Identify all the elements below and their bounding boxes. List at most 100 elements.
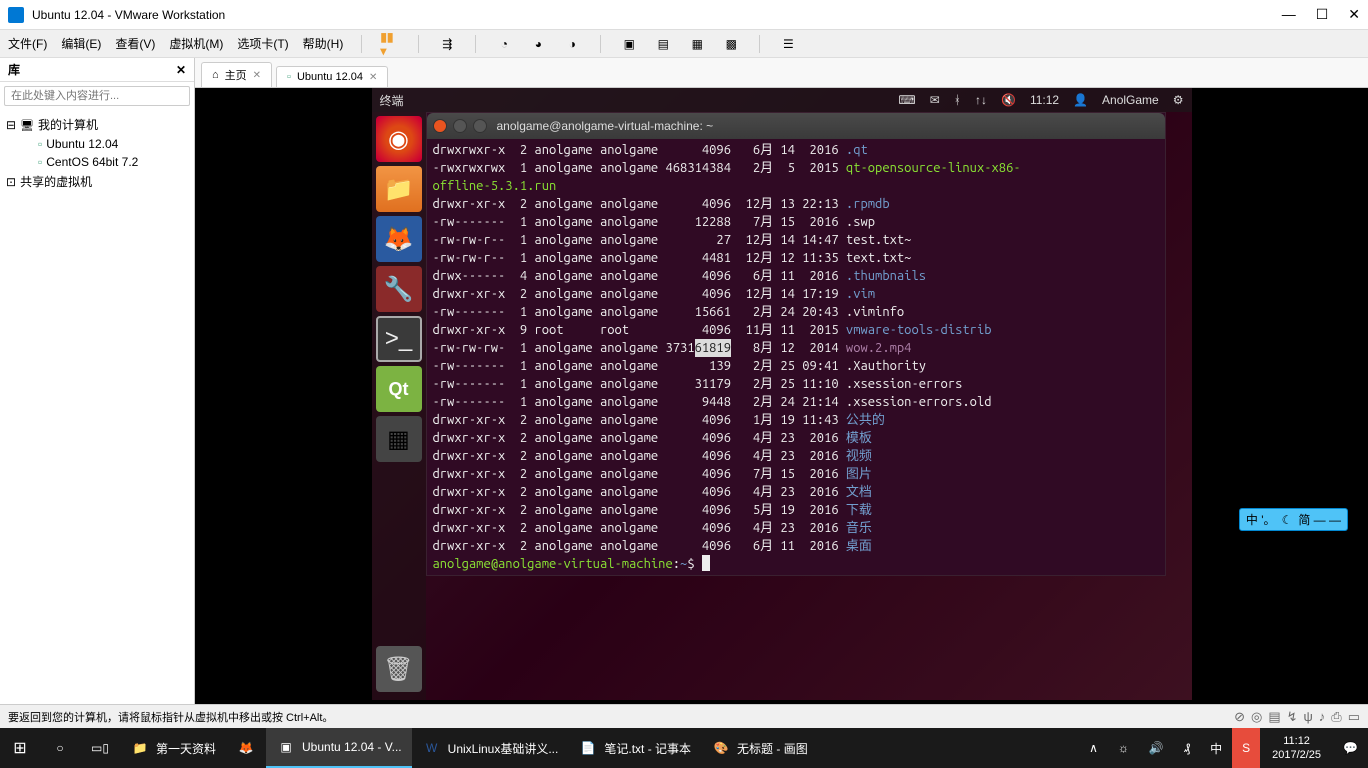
tree-vm-centos[interactable]: CentOS 64bit 7.2: [6, 153, 188, 171]
word-icon: W: [422, 738, 442, 758]
taskview-button[interactable]: ▭▯: [80, 728, 120, 768]
menu-view[interactable]: 查看(V): [115, 35, 155, 52]
terminal-line: drwxr-xr-x 2 anolgame anolgame 4096 4月 2…: [433, 519, 1159, 537]
sound-icon[interactable]: ♪: [1319, 709, 1326, 724]
volume-icon[interactable]: 🔇: [1001, 93, 1016, 107]
library-toggle-icon[interactable]: ☰: [778, 34, 798, 54]
terminal-line: drwxr-xr-x 2 anolgame anolgame 4096 12月 …: [433, 195, 1159, 213]
display-icon[interactable]: ▭: [1348, 709, 1360, 725]
launcher-trash-icon[interactable]: 🗑: [376, 646, 422, 692]
tree-my-computer[interactable]: 我的计算机: [6, 114, 188, 135]
tray-network-icon[interactable]: ₰: [1174, 728, 1200, 768]
ubuntu-desktop[interactable]: 终端 ⌨ ✉ ᚼ ↑↓ 🔇 11:12 👤 AnolGame ⚙: [372, 88, 1192, 700]
taskbar-notepad[interactable]: 📄笔记.txt - 记事本: [568, 728, 701, 768]
menu-file[interactable]: 文件(F): [8, 35, 47, 52]
close-button[interactable]: ✕: [1348, 6, 1360, 23]
launcher-workspace-icon[interactable]: ▦: [376, 416, 422, 462]
keyboard-icon[interactable]: ⌨: [898, 93, 915, 107]
separator: [475, 35, 476, 53]
terminal-line: -rw-rw-r-- 1 anolgame anolgame 4481 12月 …: [433, 249, 1159, 267]
library-search-input[interactable]: [4, 86, 190, 106]
library-search: [0, 82, 194, 110]
network-adapter-icon[interactable]: ↯: [1287, 709, 1298, 725]
taskbar-paint[interactable]: 🎨无标题 - 画图: [701, 728, 818, 768]
menu-vm[interactable]: 虚拟机(M): [169, 35, 223, 52]
terminal-line: drwxrwxr-x 2 anolgame anolgame 4096 6月 1…: [433, 141, 1159, 159]
tray-sogou-icon[interactable]: S: [1232, 728, 1260, 768]
launcher-qt-icon[interactable]: Qt: [376, 366, 422, 412]
menu-tabs[interactable]: 选项卡(T): [237, 35, 288, 52]
launcher-files-icon[interactable]: 📁: [376, 166, 422, 212]
launcher-settings-icon[interactable]: 🔧: [376, 266, 422, 312]
separator: [418, 35, 419, 53]
snapshot-revert-icon[interactable]: ◕: [528, 34, 548, 54]
action-center-icon[interactable]: 💬: [1333, 728, 1368, 768]
tree-shared[interactable]: 共享的虚拟机: [6, 171, 188, 192]
windows-taskbar: ⊞ ○ ▭▯ 📁第一天资料 🦊 ▣Ubuntu 12.04 - V... WUn…: [0, 728, 1368, 768]
terminal-window[interactable]: anolgame@anolgame-virtual-machine: ~ drw…: [426, 112, 1166, 576]
ubuntu-clock[interactable]: 11:12: [1030, 93, 1059, 107]
terminal-line: -rw------- 1 anolgame anolgame 9448 2月 2…: [433, 393, 1159, 411]
fullscreen-icon[interactable]: ▣: [619, 34, 639, 54]
collapse-icon[interactable]: [6, 118, 16, 132]
tray-power-icon[interactable]: ☼: [1108, 728, 1139, 768]
launcher-terminal-icon[interactable]: >_: [376, 316, 422, 362]
ubuntu-topbar-app[interactable]: 终端: [380, 92, 404, 109]
tab-close-icon[interactable]: ✕: [253, 70, 261, 81]
tab-ubuntu[interactable]: ▫ Ubuntu 12.04 ✕: [276, 66, 388, 87]
library-close-icon[interactable]: ✕: [176, 63, 186, 77]
maximize-button[interactable]: ☐: [1316, 6, 1329, 23]
usb-icon[interactable]: ψ: [1304, 709, 1313, 724]
ime-badge[interactable]: 中 '。 ☾ 简 — —: [1239, 508, 1348, 531]
gear-icon[interactable]: ⚙: [1173, 93, 1184, 107]
snapshot-icon[interactable]: ◔: [494, 34, 514, 54]
launcher-dash-icon[interactable]: ◉: [376, 116, 422, 162]
bluetooth-icon[interactable]: ᚼ: [954, 93, 961, 107]
tray-ime-icon[interactable]: 中: [1200, 728, 1232, 768]
tray-volume-icon[interactable]: 🔊: [1139, 728, 1174, 768]
stretch-icon[interactable]: ▩: [721, 34, 741, 54]
minimize-button[interactable]: —: [1282, 6, 1296, 23]
network-icon[interactable]: ↑↓: [975, 93, 987, 107]
mail-icon[interactable]: ✉: [930, 93, 940, 107]
terminal-line: drwxr-xr-x 2 anolgame anolgame 4096 6月 1…: [433, 537, 1159, 555]
tab-home[interactable]: ⌂ 主页 ✕: [201, 62, 272, 87]
printer-icon[interactable]: ⎙: [1331, 709, 1341, 725]
disk-icon[interactable]: ⊘: [1234, 709, 1245, 725]
menu-help[interactable]: 帮助(H): [303, 35, 344, 52]
library-header: 库 ✕: [0, 58, 194, 82]
terminal-line: -rw------- 1 anolgame anolgame 31179 2月 …: [433, 375, 1159, 393]
unity-icon[interactable]: ▤: [653, 34, 673, 54]
cd-icon[interactable]: ◎: [1251, 709, 1262, 725]
send-ctrlaltdel-icon[interactable]: ⇶: [437, 34, 457, 54]
taskbar-clock[interactable]: 11:12 2017/2/25: [1260, 734, 1333, 762]
floppy-icon[interactable]: ▤: [1268, 709, 1280, 725]
vm-viewport[interactable]: 终端 ⌨ ✉ ᚼ ↑↓ 🔇 11:12 👤 AnolGame ⚙: [195, 88, 1368, 704]
vm-tabs: ⌂ 主页 ✕ ▫ Ubuntu 12.04 ✕: [195, 58, 1368, 88]
terminal-titlebar[interactable]: anolgame@anolgame-virtual-machine: ~: [427, 113, 1165, 139]
moon-icon: ☾: [1282, 513, 1293, 527]
terminal-body[interactable]: drwxrwxr-x 2 anolgame anolgame 4096 6月 1…: [427, 139, 1165, 575]
taskbar-vmware[interactable]: ▣Ubuntu 12.04 - V...: [266, 728, 412, 768]
ubuntu-user[interactable]: AnolGame: [1102, 93, 1159, 107]
terminal-maximize-icon[interactable]: [473, 119, 487, 133]
launcher-firefox-icon[interactable]: 🦊: [376, 216, 422, 262]
cortana-button[interactable]: ○: [40, 728, 80, 768]
terminal-prompt[interactable]: anolgame@anolgame-virtual-machine:~$: [433, 555, 1159, 573]
pause-icon[interactable]: ▮▮ ▾: [380, 34, 400, 54]
snapshot-manager-icon[interactable]: ◑: [562, 34, 582, 54]
tray-chevron[interactable]: ∧: [1079, 728, 1108, 768]
paint-icon: 🎨: [711, 738, 731, 758]
taskbar-firefox[interactable]: 🦊: [226, 728, 266, 768]
taskbar-word[interactable]: WUnixLinux基础讲义...: [412, 728, 569, 768]
taskbar-folder[interactable]: 📁第一天资料: [120, 728, 226, 768]
terminal-line: drwxr-xr-x 2 anolgame anolgame 4096 4月 2…: [433, 483, 1159, 501]
tab-close-icon[interactable]: ✕: [369, 72, 377, 83]
start-button[interactable]: ⊞: [0, 728, 40, 768]
menu-edit[interactable]: 编辑(E): [61, 35, 101, 52]
thumbnail-icon[interactable]: ▦: [687, 34, 707, 54]
vm-icon: ▫: [287, 71, 291, 83]
terminal-minimize-icon[interactable]: [453, 119, 467, 133]
tree-vm-ubuntu[interactable]: Ubuntu 12.04: [6, 135, 188, 153]
terminal-close-icon[interactable]: [433, 119, 447, 133]
